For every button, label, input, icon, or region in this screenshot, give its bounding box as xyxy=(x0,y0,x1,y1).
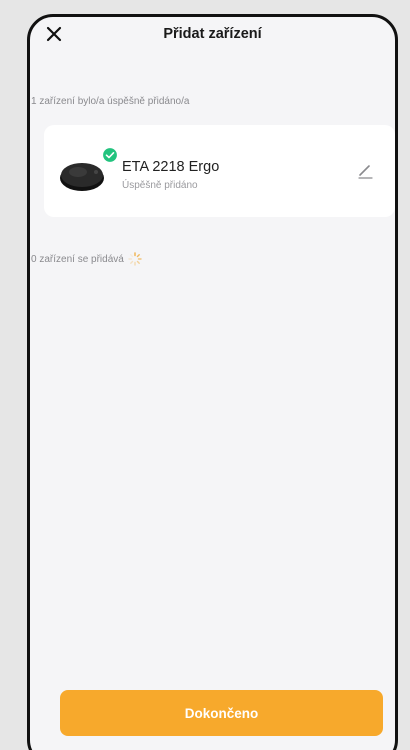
done-button[interactable]: Dokončeno xyxy=(60,690,383,736)
top-bar: Přidat zařízení xyxy=(30,17,395,57)
page-title: Přidat zařízení xyxy=(163,26,262,42)
device-name: ETA 2218 Ergo xyxy=(122,159,220,175)
pencil-icon[interactable] xyxy=(355,161,375,181)
device-status: Úspěšně přidáno xyxy=(122,180,198,191)
screen: Přidat zařízení 1 zařízení bylo/a úspěšn… xyxy=(0,0,410,750)
adding-devices-label: 0 zařízení se přidává xyxy=(31,253,124,265)
adding-devices-row: 0 zařízení se přidává xyxy=(31,252,142,266)
loading-spinner-icon xyxy=(128,252,142,266)
device-card[interactable]: ETA 2218 Ergo Úspěšně přidáno xyxy=(44,125,395,217)
added-devices-label: 1 zařízení bylo/a úspěšně přidáno/a xyxy=(31,96,190,107)
phone-frame: Přidat zařízení 1 zařízení bylo/a úspěšn… xyxy=(27,14,398,750)
check-badge-icon xyxy=(101,146,119,164)
